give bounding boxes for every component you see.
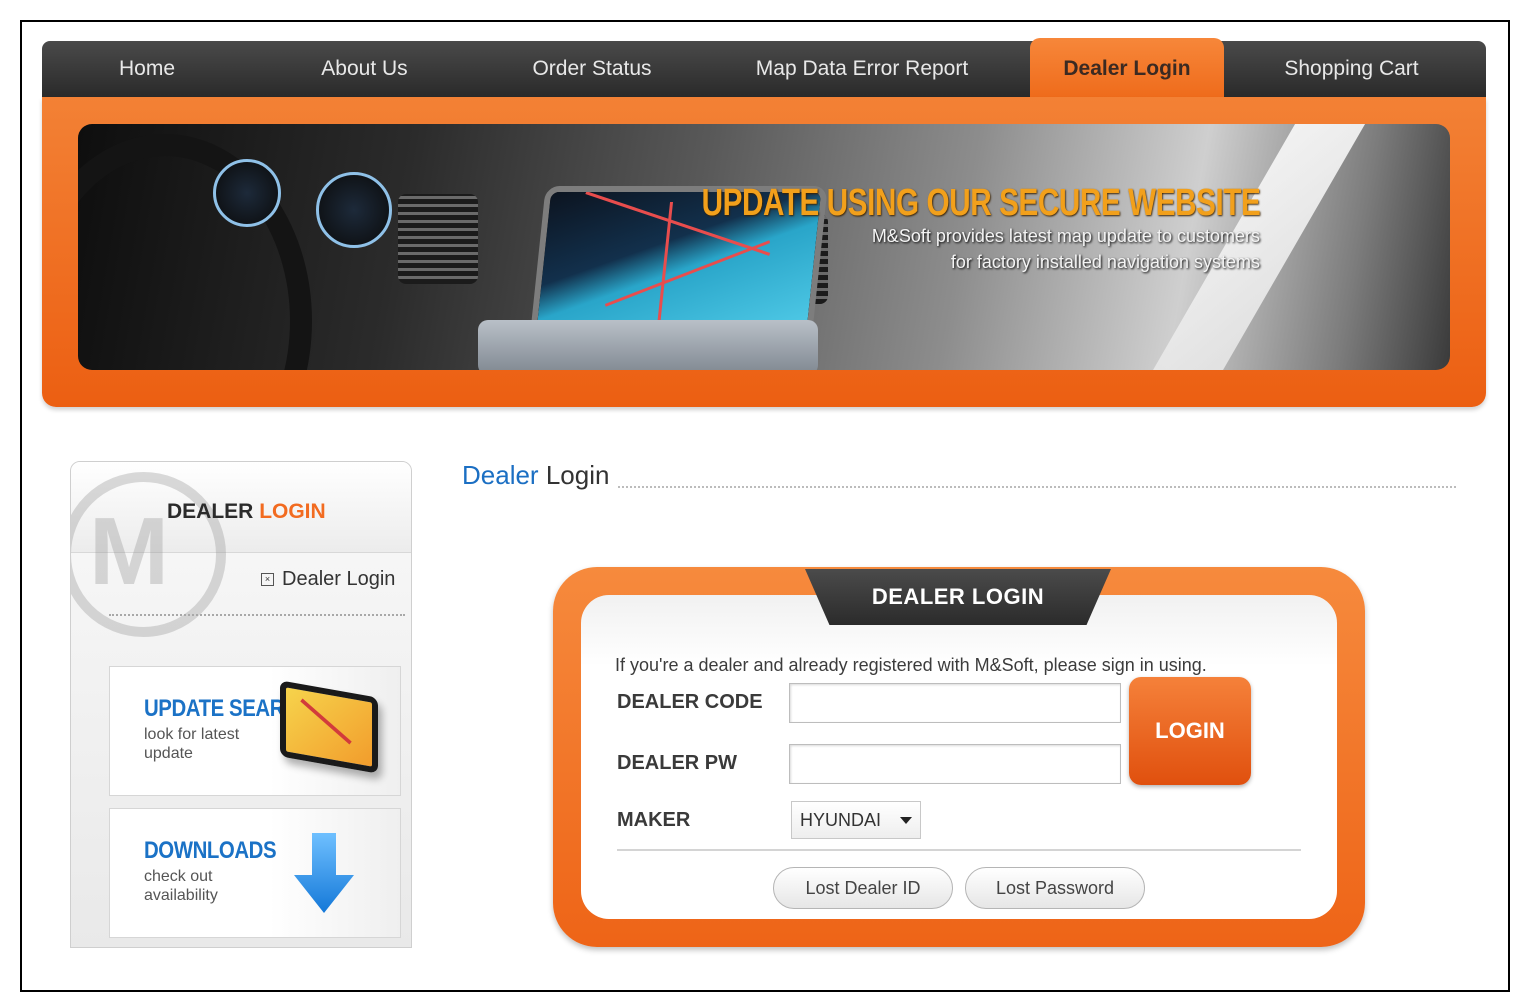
promo-subtitle: look for latest update [144, 726, 240, 762]
dealer-code-label: DEALER CODE [617, 691, 763, 713]
page-title-part1: Dealer [462, 460, 539, 490]
sidebar-title-part2: LOGIN [259, 500, 326, 523]
sidebar-title: DEALER LOGIN [167, 500, 326, 524]
m-logo-letter: M [89, 498, 169, 605]
top-nav: Home About Us Order Status Map Data Erro… [42, 38, 1486, 100]
maker-select-value: HYUNDAI [800, 810, 882, 830]
dealer-pw-label: DEALER PW [617, 752, 737, 774]
page-title-part2: Login [545, 460, 610, 490]
download-arrow-icon [294, 833, 354, 913]
nav-about-us[interactable]: About Us [292, 41, 437, 97]
gauge-graphic [316, 172, 392, 248]
nav-map-data-error-report[interactable]: Map Data Error Report [742, 41, 982, 97]
sidebar: M DEALER LOGIN × Dealer Login UPDATE SEAR… [70, 461, 412, 948]
nav-dealer-login[interactable]: Dealer Login [1030, 38, 1224, 100]
promo-subtitle: check out availability [144, 868, 218, 904]
maker-label: MAKER [617, 809, 691, 831]
login-button[interactable]: LOGIN [1129, 677, 1251, 785]
sidebar-item-dealer-login[interactable]: × Dealer Login [261, 568, 395, 591]
hero-banner: UPDATE USING OUR SECURE WEBSITE M&Soft p… [78, 124, 1450, 370]
update-search-promo[interactable]: UPDATE SEARCH look for latest update [109, 666, 401, 796]
chevron-down-icon [900, 817, 912, 824]
maker-select[interactable]: HYUNDAI [791, 801, 921, 839]
nav-home[interactable]: Home [82, 41, 212, 97]
login-intro-text: If you're a dealer and already registere… [615, 655, 1207, 675]
banner-title: UPDATE USING OUR SECURE WEBSITE [701, 182, 1260, 224]
dealer-code-input[interactable] [789, 683, 1121, 723]
gps-tablet-icon [280, 680, 378, 774]
login-box-header: DEALER LOGIN [805, 569, 1111, 625]
vent-graphic [398, 194, 478, 284]
sidebar-title-part1: DEALER [167, 500, 254, 523]
gauge-graphic [213, 159, 281, 227]
banner-subtitle-line2: for factory installed navigation systems [950, 252, 1260, 272]
console-graphic [478, 320, 818, 370]
lost-password-button[interactable]: Lost Password [965, 867, 1145, 909]
road-stripe [1144, 124, 1366, 370]
title-divider [618, 486, 1456, 488]
nav-order-status[interactable]: Order Status [507, 41, 677, 97]
sidebar-item-label: Dealer Login [282, 568, 396, 590]
lost-dealer-id-button[interactable]: Lost Dealer ID [773, 867, 953, 909]
bullet-box-icon: × [261, 573, 274, 587]
dealer-login-panel: If you're a dealer and already registere… [581, 595, 1337, 919]
nav-shopping-cart[interactable]: Shopping Cart [1264, 41, 1439, 97]
banner-subtitle-line1: M&Soft provides latest map update to cus… [871, 226, 1260, 246]
downloads-promo[interactable]: DOWNLOADS check out availability [109, 808, 401, 938]
form-divider [617, 849, 1301, 851]
dealer-pw-input[interactable] [789, 744, 1121, 784]
page-title: Dealer Login [462, 460, 609, 491]
dealer-login-box: If you're a dealer and already registere… [553, 567, 1365, 947]
sidebar-divider [109, 614, 405, 616]
promo-title: DOWNLOADS [144, 837, 277, 864]
steering-wheel-graphic [78, 134, 312, 370]
